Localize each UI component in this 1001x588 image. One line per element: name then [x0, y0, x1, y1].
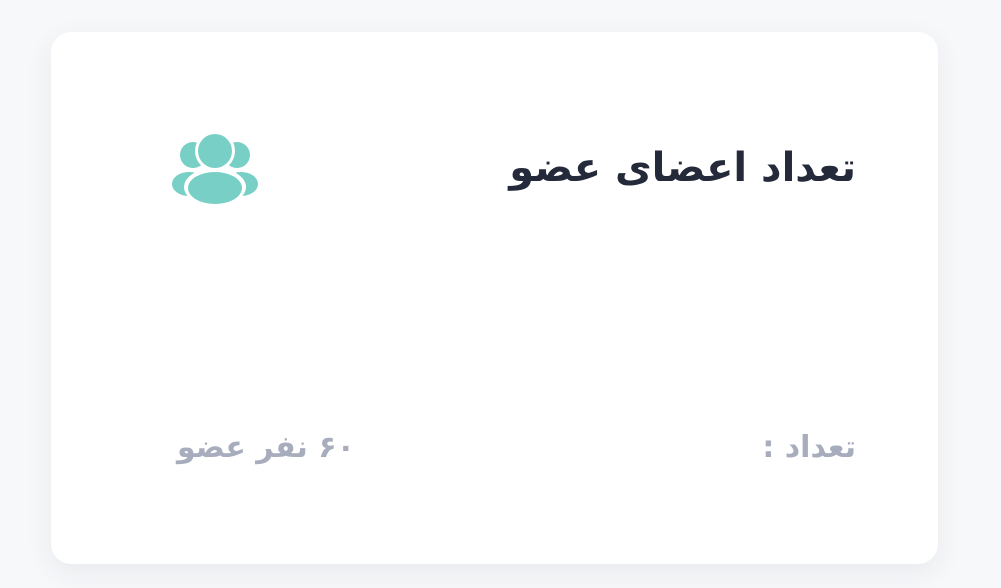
users-group-icon	[172, 134, 258, 204]
members-count-card: تعداد اعضای عضو تعداد : ۶۰ نفر عضو	[51, 32, 938, 564]
count-value: ۶۰ نفر عضو	[177, 430, 355, 465]
count-label: تعداد :	[762, 430, 856, 465]
card-title: تعداد اعضای عضو	[509, 145, 856, 191]
